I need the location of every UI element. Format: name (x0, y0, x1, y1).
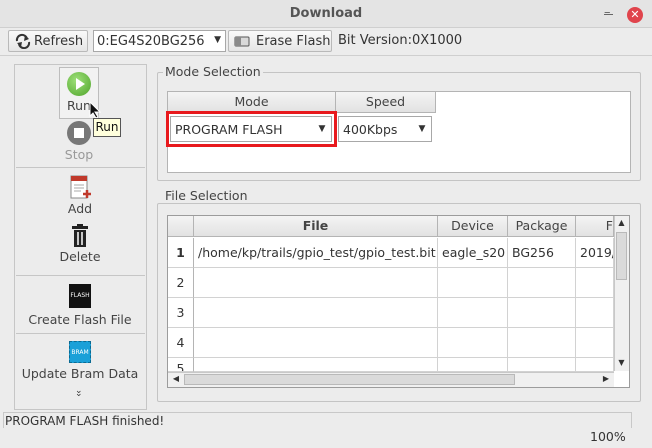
table-cell-device[interactable] (438, 358, 508, 372)
table-cell-device[interactable]: eagle_s20 (438, 238, 508, 268)
scroll-up-icon[interactable]: ▲ (614, 218, 629, 230)
file-selection-title: File Selection (163, 188, 250, 203)
delete-label: Delete (59, 249, 101, 264)
device-select[interactable]: 0:EG4S20BG256 ▼ (93, 30, 226, 52)
highlight-box (166, 111, 337, 147)
table-cell-device[interactable] (438, 328, 508, 358)
delete-button[interactable]: Delete (50, 223, 110, 265)
sidebar-divider (16, 275, 145, 276)
scroll-right-icon[interactable]: ▶ (600, 374, 612, 386)
sidebar-divider (16, 333, 145, 334)
vertical-scroll-thumb[interactable] (616, 232, 627, 280)
table-cell-f[interactable] (576, 268, 614, 298)
refresh-label: Refresh (34, 33, 84, 49)
f-header[interactable]: F (576, 216, 614, 237)
update-bram-data-button[interactable]: BRAM Update Bram Data (18, 341, 142, 383)
update-bram-label: Update Bram Data (21, 366, 139, 381)
mouse-cursor-icon (89, 101, 101, 119)
refresh-button[interactable]: Refresh (8, 30, 88, 52)
window-title: Download (289, 6, 363, 21)
package-header[interactable]: Package (508, 216, 576, 237)
row-number: 2 (168, 268, 194, 298)
create-flash-file-button[interactable]: FLASH Create Flash File (18, 284, 142, 328)
table-cell-f[interactable] (576, 328, 614, 358)
table-cell-file[interactable] (194, 268, 438, 298)
device-header[interactable]: Device (438, 216, 508, 237)
add-button[interactable]: Add (55, 174, 105, 216)
table-cell-package[interactable] (508, 298, 576, 328)
erase-flash-label: Erase Flash (256, 33, 331, 49)
chevron-down-icon: ▼ (214, 35, 221, 45)
speed-combo[interactable]: 400Kbps ▼ (338, 116, 432, 142)
double-chevron-down-icon-upper: ⌄ (75, 386, 83, 396)
minimize-icon[interactable]: – (604, 6, 614, 20)
row-number: 3 (168, 298, 194, 328)
eraser-icon (234, 36, 250, 47)
bit-version-text: Bit Version:0X1000 (338, 33, 463, 48)
table-cell-package[interactable]: BG256 (508, 238, 576, 268)
chevron-down-icon: ▼ (418, 124, 426, 134)
progress-percent: 100% (590, 429, 626, 444)
scroll-left-icon[interactable]: ◀ (170, 374, 182, 386)
refresh-icon (15, 33, 31, 49)
row-number: 5 (168, 358, 194, 372)
table-cell-file[interactable] (194, 358, 438, 372)
bram-chip-icon: BRAM (69, 341, 91, 363)
close-icon[interactable]: ✕ (627, 7, 643, 23)
row-number: 1 (168, 238, 194, 268)
table-cell-package[interactable] (508, 358, 576, 372)
table-cell-f[interactable] (576, 298, 614, 328)
table-cell-file[interactable]: /home/kp/trails/gpio_test/gpio_test.bit (194, 238, 438, 268)
trash-icon (72, 224, 88, 247)
erase-flash-button[interactable]: Erase Flash (228, 30, 332, 52)
scroll-down-icon[interactable]: ▼ (614, 358, 629, 370)
mode-header: Mode (168, 92, 336, 113)
row-number-header (168, 216, 194, 237)
table-cell-package[interactable] (508, 268, 576, 298)
device-select-value: 0:EG4S20BG256 (97, 33, 205, 49)
speed-combo-value: 400Kbps (343, 121, 398, 137)
table-cell-device[interactable] (438, 268, 508, 298)
sidebar-divider (16, 167, 145, 168)
create-flash-label: Create Flash File (28, 312, 132, 327)
table-cell-f[interactable]: 2019/ (576, 238, 614, 268)
mode-selection-title: Mode Selection (163, 64, 263, 79)
horizontal-scroll-thumb[interactable] (184, 374, 515, 385)
table-cell-f[interactable] (576, 358, 614, 372)
progress-bar (3, 428, 632, 446)
flash-chip-icon: FLASH (69, 284, 91, 308)
table-cell-file[interactable] (194, 328, 438, 358)
add-file-icon (70, 175, 91, 199)
table-cell-file[interactable] (194, 298, 438, 328)
add-label: Add (67, 201, 93, 216)
file-header[interactable]: File (194, 216, 438, 237)
row-number: 4 (168, 328, 194, 358)
stop-button[interactable]: Stop (59, 121, 99, 162)
speed-header: Speed (336, 92, 436, 113)
stop-icon (67, 121, 91, 145)
minimize-bar (604, 14, 613, 15)
play-icon (67, 72, 91, 96)
table-cell-device[interactable] (438, 298, 508, 328)
table-cell-package[interactable] (508, 328, 576, 358)
stop-label: Stop (64, 147, 94, 162)
